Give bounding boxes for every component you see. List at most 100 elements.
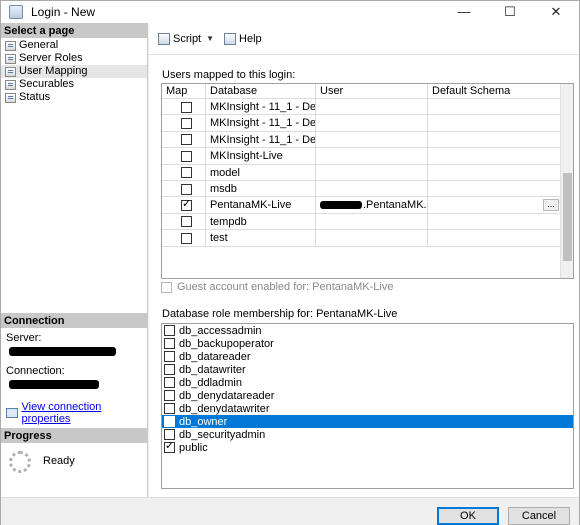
grid-row[interactable]: MKInsight - 11_1 - De... xyxy=(162,131,573,149)
maximize-button[interactable]: ☐ xyxy=(487,1,533,23)
role-checkbox[interactable] xyxy=(164,440,175,453)
page-icon xyxy=(5,53,16,64)
grid-row[interactable]: PentanaMK-Live .PentanaMK...... xyxy=(162,197,573,214)
role-name: db_securityadmin xyxy=(179,428,266,441)
user-cell[interactable] xyxy=(316,99,428,115)
grid-row[interactable]: MKInsight - 11_1 - De... xyxy=(162,115,573,132)
nav-item-user-mapping[interactable]: User Mapping xyxy=(1,65,147,78)
nav-item-general[interactable]: General xyxy=(1,39,147,52)
map-checkbox[interactable] xyxy=(181,198,192,211)
grid-row[interactable]: model xyxy=(162,164,573,181)
map-cell xyxy=(162,164,206,180)
database-cell: model xyxy=(206,164,316,180)
user-cell[interactable] xyxy=(316,115,428,131)
select-page-header: Select a page xyxy=(1,23,147,38)
default-schema-cell[interactable] xyxy=(428,115,562,131)
properties-icon xyxy=(6,408,18,418)
user-cell[interactable] xyxy=(316,213,428,230)
minimize-button[interactable]: — xyxy=(441,1,487,23)
default-schema-cell[interactable] xyxy=(428,99,562,115)
role-item-db-securityadmin[interactable]: db_securityadmin xyxy=(162,428,573,441)
database-cell: MKInsight-Live xyxy=(206,148,316,164)
role-item-db-owner[interactable]: db_owner xyxy=(162,414,573,428)
main-pane: Script ▼ Help Users mapped to this login… xyxy=(149,23,579,497)
guest-label: Guest account enabled for: PentanaMK-Liv… xyxy=(177,281,394,293)
role-item-public[interactable]: public xyxy=(162,440,573,454)
role-checkbox[interactable] xyxy=(164,377,175,388)
grid-row[interactable]: test xyxy=(162,230,573,247)
cancel-button[interactable]: Cancel xyxy=(508,507,570,525)
default-schema-cell[interactable] xyxy=(428,164,562,180)
dropdown-arrow-icon[interactable]: ▼ xyxy=(206,34,214,43)
col-header-database[interactable]: Database xyxy=(206,84,316,98)
grid-row[interactable]: MKInsight - 11_1 - De... xyxy=(162,99,573,116)
database-cell: MKInsight - 11_1 - De... xyxy=(206,115,316,131)
col-header-map[interactable]: Map xyxy=(162,84,206,98)
user-redacted xyxy=(320,201,362,210)
role-item-db-accessadmin[interactable]: db_accessadmin xyxy=(162,324,573,337)
default-schema-cell[interactable]: ... xyxy=(428,197,562,213)
default-schema-cell[interactable] xyxy=(428,180,562,197)
grid-vertical-scrollbar[interactable] xyxy=(560,84,573,278)
map-checkbox[interactable] xyxy=(181,183,192,195)
ok-button[interactable]: OK xyxy=(437,507,499,525)
connection-header: Connection xyxy=(1,313,147,328)
role-checkbox[interactable] xyxy=(164,414,175,427)
nav-item-server-roles[interactable]: Server Roles xyxy=(1,52,147,65)
default-schema-cell[interactable] xyxy=(428,230,562,246)
role-checkbox[interactable] xyxy=(164,351,175,362)
role-item-db-ddladmin[interactable]: db_ddladmin xyxy=(162,376,573,389)
role-checkbox[interactable] xyxy=(164,364,175,375)
map-checkbox[interactable] xyxy=(181,150,192,162)
app-icon xyxy=(9,5,23,19)
role-checkbox[interactable] xyxy=(164,390,175,401)
default-schema-cell[interactable] xyxy=(428,148,562,164)
role-item-db-backupoperator[interactable]: db_backupoperator xyxy=(162,337,573,350)
user-text: .PentanaMK... xyxy=(363,199,428,212)
user-cell[interactable] xyxy=(316,164,428,180)
role-item-db-datareader[interactable]: db_datareader xyxy=(162,350,573,363)
role-checkbox[interactable] xyxy=(164,403,175,414)
nav-item-status[interactable]: Status xyxy=(1,91,147,104)
left-pane: Select a page General Server Roles User … xyxy=(1,23,148,497)
user-cell[interactable] xyxy=(316,180,428,197)
login-new-window: Login - New — ☐ ✕ Select a page General … xyxy=(0,0,580,525)
help-button[interactable]: Help xyxy=(221,31,265,47)
default-schema-cell[interactable] xyxy=(428,131,562,148)
role-item-db-denydatawriter[interactable]: db_denydatawriter xyxy=(162,402,573,415)
map-checkbox[interactable] xyxy=(181,134,192,146)
nav-item-securables[interactable]: Securables xyxy=(1,78,147,91)
map-checkbox[interactable] xyxy=(181,232,192,244)
close-button[interactable]: ✕ xyxy=(533,1,579,23)
role-checkbox[interactable] xyxy=(164,338,175,349)
browse-schema-button[interactable]: ... xyxy=(543,199,559,212)
user-cell[interactable] xyxy=(316,131,428,148)
role-name: db_owner xyxy=(179,415,228,428)
role-item-db-denydatareader[interactable]: db_denydatareader xyxy=(162,389,573,402)
default-schema-cell[interactable] xyxy=(428,213,562,230)
user-cell[interactable] xyxy=(316,148,428,164)
grid-row[interactable]: msdb xyxy=(162,180,573,198)
map-checkbox[interactable] xyxy=(181,167,192,179)
connection-value-redacted xyxy=(9,380,99,389)
view-connection-properties[interactable]: View connection properties xyxy=(6,401,147,425)
scroll-thumb[interactable] xyxy=(563,173,572,261)
grid-row[interactable]: MKInsight-Live xyxy=(162,148,573,165)
page-icon xyxy=(5,40,16,51)
script-button[interactable]: Script ▼ xyxy=(155,31,217,47)
role-name: db_datawriter xyxy=(179,363,246,376)
role-item-db-datawriter[interactable]: db_datawriter xyxy=(162,363,573,376)
col-header-default-schema[interactable]: Default Schema xyxy=(428,84,562,98)
map-cell xyxy=(162,131,206,148)
role-checkbox[interactable] xyxy=(164,429,175,440)
user-cell[interactable]: .PentanaMK... xyxy=(316,197,428,213)
col-header-user[interactable]: User xyxy=(316,84,428,98)
role-checkbox[interactable] xyxy=(164,325,175,336)
role-name: db_ddladmin xyxy=(179,376,242,389)
map-checkbox[interactable] xyxy=(181,216,192,228)
map-checkbox[interactable] xyxy=(181,117,192,129)
map-checkbox[interactable] xyxy=(181,101,192,113)
user-cell[interactable] xyxy=(316,230,428,246)
view-connection-properties-link[interactable]: View connection properties xyxy=(22,401,147,425)
grid-row[interactable]: tempdb xyxy=(162,213,573,231)
